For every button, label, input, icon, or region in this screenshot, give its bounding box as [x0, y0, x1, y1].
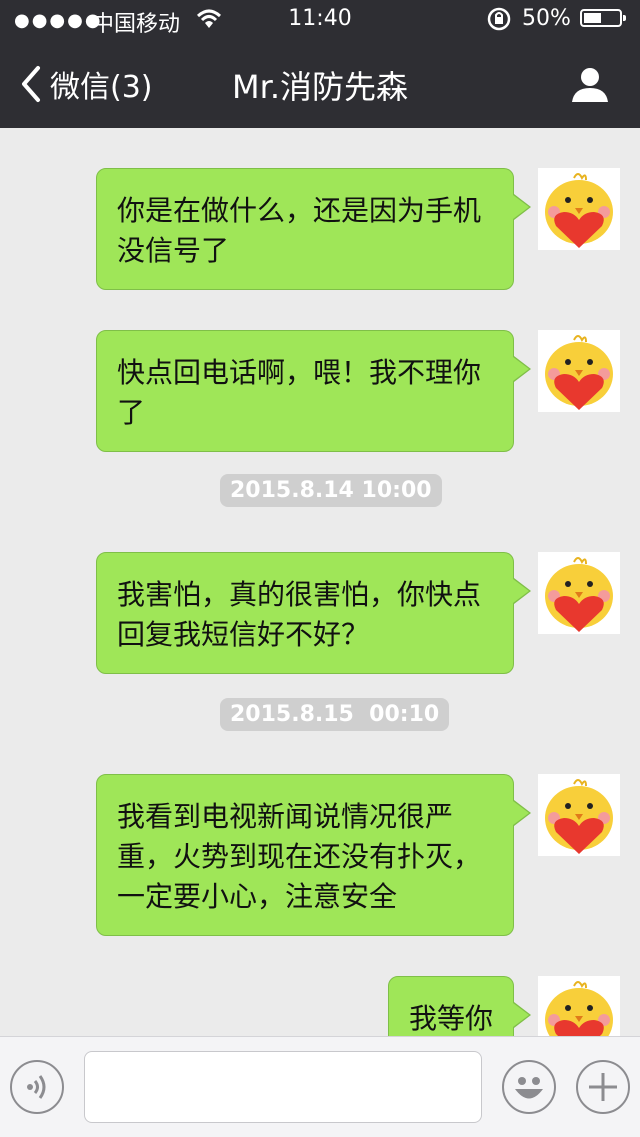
message-bubble[interactable]: 我等你 — [388, 976, 531, 1036]
voice-icon — [27, 1075, 46, 1099]
chick-heart-avatar — [538, 168, 620, 250]
message-bubble[interactable]: 你是在做什么，还是因为手机没信号了 — [96, 168, 531, 290]
message-text: 我看到电视新闻说情况很严重，火势到现在还没有扑灭，一定要小心，注意安全 — [117, 800, 482, 913]
message-text: 我等你 — [409, 1002, 494, 1035]
battery-percent: 50% — [522, 6, 571, 31]
chick-heart-avatar — [538, 552, 620, 634]
avatar[interactable] — [538, 168, 620, 250]
input-bar — [0, 1036, 640, 1137]
avatar[interactable] — [538, 976, 620, 1036]
message-bubble[interactable]: 快点回电话啊，喂！我不理你了 — [96, 330, 531, 452]
chick-heart-avatar — [538, 774, 620, 856]
emoji-button[interactable] — [502, 1060, 556, 1114]
message-text: 我害怕，真的很害怕，你快点回复我短信好不好？ — [117, 578, 482, 651]
chat-title: Mr.消防先森 — [231, 68, 408, 106]
add-button[interactable] — [576, 1060, 630, 1114]
chick-heart-avatar — [538, 330, 620, 412]
battery-fill — [584, 13, 601, 23]
message-bubble[interactable]: 我害怕，真的很害怕，你快点回复我短信好不好？ — [96, 552, 531, 674]
timestamp: 2015.8.14 10:00 — [220, 474, 442, 507]
battery-icon — [580, 9, 626, 27]
profile-icon — [572, 68, 608, 102]
profile-button[interactable] — [570, 64, 610, 104]
status-bar: ●●●●● 中国移动 11:40 50% — [0, 0, 640, 40]
top-bar: ●●●●● 中国移动 11:40 50% 微信(3) Mr.消防先森 — [0, 0, 640, 128]
message-text: 你是在做什么，还是因为手机没信号了 — [117, 194, 482, 267]
avatar[interactable] — [538, 774, 620, 856]
avatar[interactable] — [538, 330, 620, 412]
nav-bar: 微信(3) Mr.消防先森 — [0, 40, 640, 128]
add-icon — [589, 1073, 617, 1101]
chat-area[interactable]: 你是在做什么，还是因为手机没信号了 快点回电话啊，喂！我不理你了 2015.8.… — [0, 128, 640, 1036]
rotation-lock-icon — [486, 6, 512, 38]
voice-button[interactable] — [10, 1060, 64, 1114]
message-text: 快点回电话啊，喂！我不理你了 — [117, 356, 482, 429]
timestamp: 2015.8.15 00:10 — [220, 698, 450, 731]
avatar[interactable] — [538, 552, 620, 634]
chick-heart-avatar — [538, 976, 620, 1036]
message-input[interactable] — [84, 1051, 482, 1123]
emoji-icon — [515, 1077, 543, 1099]
message-bubble[interactable]: 我看到电视新闻说情况很严重，火势到现在还没有扑灭，一定要小心，注意安全 — [96, 774, 531, 936]
